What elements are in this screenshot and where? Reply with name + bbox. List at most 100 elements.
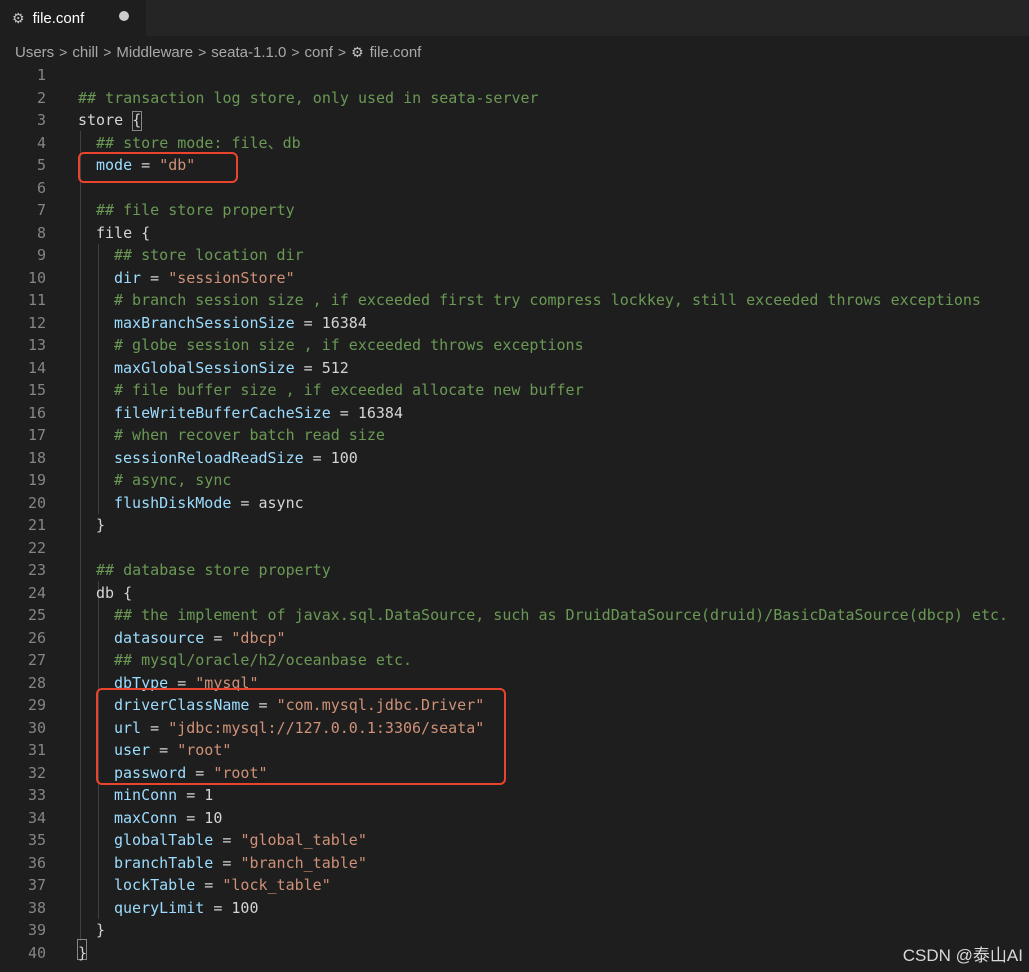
code-token: = 16384 bbox=[294, 313, 367, 332]
code-token: file { bbox=[96, 223, 151, 242]
line-number: 9 bbox=[36, 246, 46, 264]
code-line[interactable]: 14 maxGlobalSessionSize = 512 bbox=[0, 357, 1029, 380]
line-number: 30 bbox=[27, 718, 46, 737]
code-token: = 512 bbox=[294, 358, 349, 377]
code-text: file { bbox=[96, 222, 150, 245]
breadcrumb-item-middleware[interactable]: Middleware bbox=[116, 44, 193, 61]
code-line[interactable]: 12 maxBranchSessionSize = 16384 bbox=[0, 312, 1029, 335]
line-number: 19 bbox=[27, 471, 46, 489]
code-line[interactable]: 26 datasource = "dbcp" bbox=[0, 627, 1029, 650]
line-number: 4 bbox=[36, 133, 46, 152]
tab-file-conf[interactable]: ⚙ file.conf bbox=[0, 0, 146, 36]
code-line[interactable]: 9 ## store location dir bbox=[0, 244, 1029, 267]
code-text: ## database store property bbox=[96, 559, 331, 582]
code-line[interactable]: 4 ## store mode: file、db bbox=[0, 132, 1029, 155]
line-number: 29 bbox=[27, 696, 46, 714]
code-text: store { bbox=[78, 109, 141, 132]
code-token: fileWriteBufferCacheSize bbox=[114, 403, 331, 422]
line-number: 32 bbox=[27, 763, 46, 782]
line-number: 31 bbox=[27, 741, 46, 759]
breadcrumb-item-users[interactable]: Users bbox=[15, 44, 54, 61]
code-line[interactable]: 2 ## transaction log store, only used in … bbox=[0, 87, 1029, 110]
code-line[interactable]: 13 # globe session size , if exceeded thr… bbox=[0, 334, 1029, 357]
code-text: } bbox=[78, 942, 87, 965]
line-number: 8 bbox=[36, 223, 46, 242]
code-text: # branch session size , if exceeded firs… bbox=[114, 289, 981, 312]
code-token: "branch_table" bbox=[240, 853, 367, 872]
code-token: globalTable bbox=[114, 831, 214, 849]
code-line[interactable]: 27 ## mysql/oracle/h2/oceanbase etc. bbox=[0, 649, 1029, 672]
code-token: = bbox=[213, 853, 241, 872]
code-line[interactable]: 39} bbox=[0, 919, 1029, 942]
code-token: ## store location dir bbox=[114, 246, 304, 264]
code-line[interactable]: 23 ## database store property bbox=[0, 559, 1029, 582]
chevron-right-icon: > bbox=[103, 44, 112, 60]
code-line[interactable]: 34 maxConn = 10 bbox=[0, 807, 1029, 830]
line-number: 10 bbox=[27, 268, 46, 287]
breadcrumb-item-file[interactable]: file.conf bbox=[370, 44, 422, 61]
code-token: # globe session size , if exceeded throw… bbox=[114, 336, 584, 354]
code-line[interactable]: 40} bbox=[0, 942, 1029, 965]
code-token: maxBranchSessionSize bbox=[114, 313, 295, 332]
code-line[interactable]: 21} bbox=[0, 514, 1029, 537]
code-line[interactable]: 33 minConn = 1 bbox=[0, 784, 1029, 807]
code-line[interactable]: 22 bbox=[0, 537, 1029, 560]
line-number: 37 bbox=[27, 876, 46, 894]
line-number: 7 bbox=[36, 201, 46, 219]
code-text: globalTable = "global_table" bbox=[114, 829, 367, 852]
code-text: fileWriteBufferCacheSize = 16384 bbox=[114, 402, 403, 425]
line-number: 25 bbox=[27, 606, 46, 624]
code-line[interactable]: 11 # branch session size , if exceeded fi… bbox=[0, 289, 1029, 312]
line-number: 16 bbox=[27, 403, 46, 422]
code-token: dir bbox=[114, 268, 142, 287]
tab-bar: ⚙ file.conf bbox=[0, 0, 1029, 36]
code-line[interactable]: 20 flushDiskMode = async bbox=[0, 492, 1029, 515]
highlight-box-mode bbox=[78, 152, 238, 183]
unsaved-dot-icon[interactable] bbox=[119, 11, 129, 21]
code-token: store bbox=[78, 111, 133, 129]
line-number: 21 bbox=[27, 516, 46, 534]
code-token: # file buffer size , if exceeded allocat… bbox=[114, 381, 584, 399]
code-line[interactable]: 37 lockTable = "lock_table" bbox=[0, 874, 1029, 897]
code-line[interactable]: 38 queryLimit = 100 bbox=[0, 897, 1029, 920]
code-line[interactable]: 3 store { bbox=[0, 109, 1029, 132]
code-token: lockTable bbox=[114, 876, 196, 894]
line-number: 27 bbox=[27, 651, 46, 669]
code-editor[interactable]: 1 2 ## transaction log store, only used in… bbox=[0, 64, 1029, 972]
highlight-box-db-credentials bbox=[96, 688, 506, 785]
code-line[interactable]: 7 ## file store property bbox=[0, 199, 1029, 222]
breadcrumb-item-chill[interactable]: chill bbox=[72, 44, 98, 61]
code-line[interactable]: 25 ## the implement of javax.sql.DataSour… bbox=[0, 604, 1029, 627]
code-token: } bbox=[96, 921, 106, 939]
breadcrumb-item-conf[interactable]: conf bbox=[305, 44, 333, 61]
code-line[interactable]: 19 # async, sync bbox=[0, 469, 1029, 492]
code-line[interactable]: 8 file { bbox=[0, 222, 1029, 245]
code-text: } bbox=[96, 514, 105, 537]
code-token: maxGlobalSessionSize bbox=[114, 358, 295, 377]
line-number: 28 bbox=[27, 673, 46, 692]
chevron-right-icon: > bbox=[59, 44, 68, 60]
code-text: sessionReloadReadSize = 100 bbox=[114, 447, 358, 470]
code-line[interactable]: 18 sessionReloadReadSize = 100 bbox=[0, 447, 1029, 470]
breadcrumb-item-seata[interactable]: seata-1.1.0 bbox=[211, 44, 286, 61]
line-number: 1 bbox=[36, 66, 46, 84]
line-number: 24 bbox=[27, 583, 46, 602]
code-token: = bbox=[213, 831, 241, 849]
code-line[interactable]: 15 # file buffer size , if exceeded alloc… bbox=[0, 379, 1029, 402]
code-text: flushDiskMode = async bbox=[114, 492, 304, 515]
code-line[interactable]: 24 db { bbox=[0, 582, 1029, 605]
code-line[interactable]: 16 fileWriteBufferCacheSize = 16384 bbox=[0, 402, 1029, 425]
code-line[interactable]: 1 bbox=[0, 64, 1029, 87]
code-token: queryLimit bbox=[114, 898, 205, 917]
code-line[interactable]: 35 globalTable = "global_table" bbox=[0, 829, 1029, 852]
code-line[interactable]: 36 branchTable = "branch_table" bbox=[0, 852, 1029, 875]
line-number: 22 bbox=[27, 538, 46, 557]
code-line[interactable]: 17 # when recover batch read size bbox=[0, 424, 1029, 447]
line-number: 6 bbox=[36, 178, 46, 197]
code-token: ## mysql/oracle/h2/oceanbase etc. bbox=[114, 651, 413, 669]
code-line[interactable]: 10 dir = "sessionStore" bbox=[0, 267, 1029, 290]
code-token: = bbox=[195, 876, 223, 894]
code-text: minConn = 1 bbox=[114, 784, 213, 807]
line-number: 11 bbox=[27, 291, 46, 309]
tab-title: file.conf bbox=[32, 9, 85, 27]
